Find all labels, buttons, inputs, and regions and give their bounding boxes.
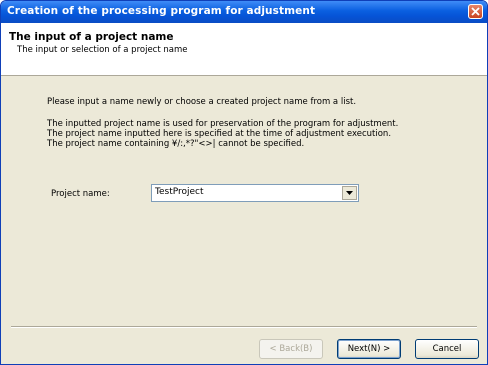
note-line-3: The project name containing ¥/:,*?"<>| c…: [47, 139, 305, 149]
page-subtitle: The input or selection of a project name: [17, 45, 188, 55]
instruction-text: Please input a name newly or choose a cr…: [47, 97, 357, 107]
next-button[interactable]: Next(N) >: [337, 339, 401, 359]
project-name-label: Project name:: [51, 189, 110, 199]
close-icon: [471, 7, 480, 16]
title-bar[interactable]: Creation of the processing program for a…: [1, 1, 487, 23]
window-title: Creation of the processing program for a…: [7, 5, 316, 17]
close-button[interactable]: [468, 4, 483, 19]
note-line-2: The project name inputted here is specif…: [47, 129, 392, 139]
cancel-button[interactable]: Cancel: [415, 339, 479, 359]
wizard-header: The input of a project name The input or…: [1, 23, 487, 76]
page-title: The input of a project name: [9, 31, 174, 43]
project-name-value[interactable]: TestProject: [155, 187, 204, 197]
footer-divider: [11, 326, 477, 328]
chevron-down-icon: [346, 191, 353, 195]
note-line-1: The inputted project name is used for pr…: [47, 119, 399, 129]
back-button[interactable]: < Back(B): [259, 339, 323, 359]
wizard-window: Creation of the processing program for a…: [0, 0, 488, 365]
project-name-combobox[interactable]: TestProject: [151, 184, 359, 202]
combo-dropdown-button[interactable]: [342, 186, 357, 200]
